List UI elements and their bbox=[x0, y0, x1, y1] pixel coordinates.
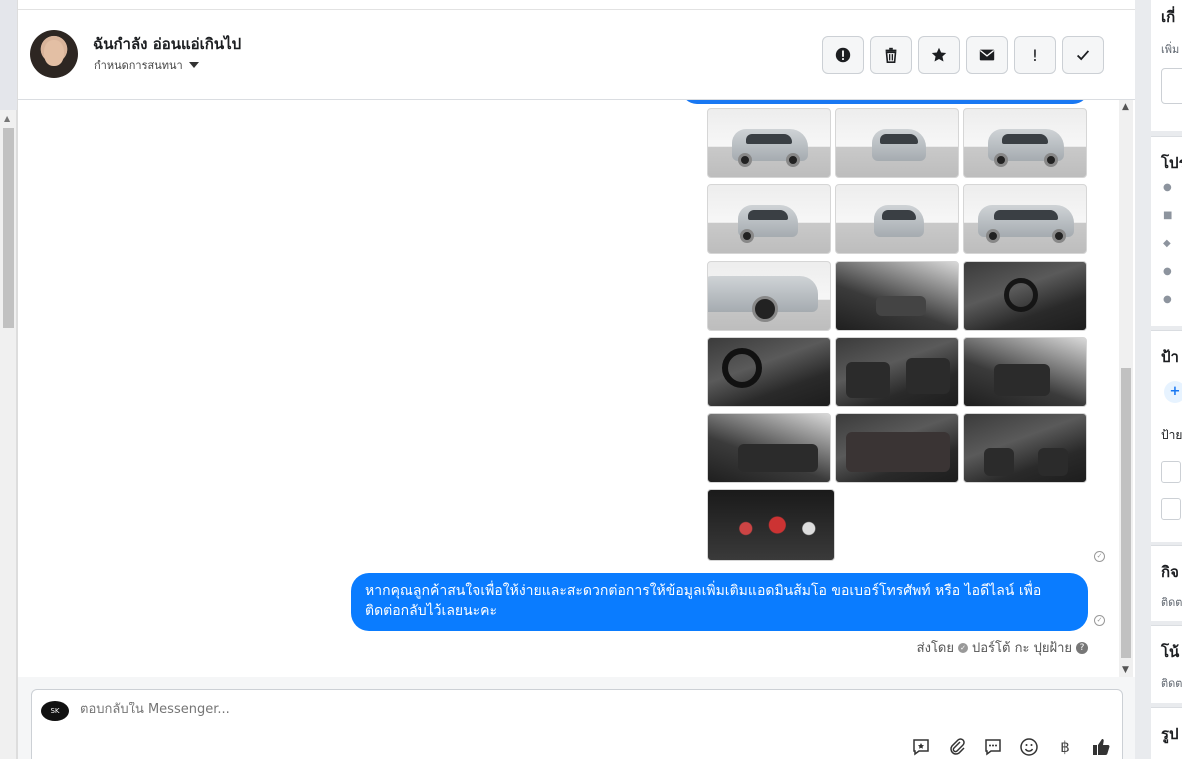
sent-message-bubble[interactable]: หากคุณลูกค้าสนใจเพื่อให้ง่ายและสะดวกต่อก… bbox=[351, 573, 1088, 631]
payment-button[interactable]: ฿ bbox=[1054, 736, 1076, 758]
side-section-labels: ป้า + ป้าย bbox=[1151, 330, 1182, 542]
spam-button[interactable] bbox=[822, 36, 864, 74]
message-text: หากคุณลูกค้าสนใจเพื่อให้ง่ายและสะดวกต่อก… bbox=[365, 583, 1042, 619]
contact-name[interactable]: ฉันกำลัง อ่อนแอ่เกินไป bbox=[93, 32, 241, 56]
conversation-header: ฉันกำลัง อ่อนแอ่เกินไป กำหนดการสนทนา ! bbox=[18, 10, 1135, 100]
sent-by-info: ส่งโดย ✓ ปอร์โต้ กะ ปุยฝ้าย ? bbox=[917, 637, 1088, 658]
graduation-cap-icon: ◆ bbox=[1163, 238, 1171, 249]
customer-details-panel: เกี่ เพิ่ม โปร ● ■ ◆ ● ● ป้า + ป้าย กิจ … bbox=[1135, 0, 1182, 759]
car-photo[interactable] bbox=[707, 184, 831, 254]
label-checkbox[interactable] bbox=[1161, 461, 1181, 483]
car-photo[interactable] bbox=[835, 337, 959, 407]
thumbs-up-icon bbox=[1093, 739, 1110, 755]
page-logo-icon: SK bbox=[41, 701, 69, 721]
side-section-title: โน้ bbox=[1161, 643, 1180, 661]
delete-button[interactable] bbox=[870, 36, 912, 74]
message-scrollbar[interactable]: ▲ ▼ bbox=[1119, 100, 1133, 677]
car-photo[interactable] bbox=[835, 413, 959, 483]
location-pin-icon: ● bbox=[1163, 266, 1172, 277]
side-section-sub: ติดต bbox=[1161, 677, 1182, 690]
seen-check-icon: ✓ bbox=[1094, 615, 1105, 626]
car-photo[interactable] bbox=[707, 108, 831, 178]
car-photo[interactable] bbox=[963, 108, 1087, 178]
car-photo[interactable] bbox=[707, 261, 831, 331]
contact-avatar[interactable] bbox=[30, 30, 78, 78]
trash-icon bbox=[885, 47, 897, 64]
outer-scrollbar[interactable]: ▲ bbox=[0, 110, 17, 759]
star-icon bbox=[931, 47, 947, 62]
top-divider bbox=[18, 0, 1135, 10]
checkmark-icon bbox=[1076, 50, 1090, 61]
attach-button[interactable] bbox=[946, 736, 968, 758]
saved-reply-button[interactable] bbox=[910, 736, 932, 758]
car-photo[interactable] bbox=[963, 413, 1087, 483]
side-section-activity: กิจ ติดต bbox=[1151, 545, 1182, 621]
caret-down-icon bbox=[188, 62, 199, 68]
sender-name[interactable]: ปอร์โต้ กะ ปุยฝ้าย bbox=[972, 637, 1072, 658]
scroll-up-arrow-icon[interactable]: ▲ bbox=[1122, 102, 1129, 112]
reply-composer: SK ฿ bbox=[31, 689, 1123, 759]
side-section-title: รูป bbox=[1161, 725, 1179, 743]
previous-message-bubble[interactable] bbox=[681, 100, 1089, 104]
side-section-about: เกี่ เพิ่ม bbox=[1151, 0, 1182, 131]
verified-check-icon: ✓ bbox=[958, 642, 968, 653]
conversation-panel: ฉันกำลัง อ่อนแอ่เกินไป กำหนดการสนทนา ! ✓… bbox=[17, 0, 1136, 759]
mark-unread-button[interactable] bbox=[966, 36, 1008, 74]
side-section-photos: รูป bbox=[1151, 707, 1182, 759]
side-section-title: โปร bbox=[1161, 154, 1182, 172]
paperclip-icon bbox=[950, 738, 965, 755]
car-photo[interactable] bbox=[707, 413, 831, 483]
message-scrollbar-thumb[interactable] bbox=[1121, 368, 1131, 658]
spam-icon bbox=[835, 47, 851, 63]
side-section-title: ป้า bbox=[1161, 348, 1179, 366]
smiley-icon bbox=[1020, 738, 1038, 756]
add-label-icon[interactable]: + bbox=[1164, 381, 1182, 403]
car-photo[interactable] bbox=[707, 489, 835, 561]
scroll-down-arrow-icon[interactable]: ▼ bbox=[1122, 665, 1129, 675]
side-section-profile: โปร ● ■ ◆ ● ● bbox=[1151, 136, 1182, 326]
exclamation-icon: ! bbox=[1031, 45, 1039, 65]
follow-up-button[interactable]: ! bbox=[1014, 36, 1056, 74]
assign-conversation-dropdown[interactable]: กำหนดการสนทนา bbox=[94, 56, 199, 74]
clock-icon: ● bbox=[1163, 182, 1172, 193]
like-button[interactable] bbox=[1090, 736, 1112, 758]
sent-by-label: ส่งโดย bbox=[916, 641, 954, 656]
saved-reply-icon bbox=[913, 739, 929, 756]
emoji-button[interactable] bbox=[1018, 736, 1040, 758]
side-input-box[interactable] bbox=[1161, 68, 1182, 104]
car-photo[interactable] bbox=[835, 184, 959, 254]
baht-icon: ฿ bbox=[1060, 738, 1070, 756]
location-pin-icon: ● bbox=[1163, 294, 1172, 305]
header-actions: ! bbox=[822, 36, 1104, 74]
message-list: ✓ หากคุณลูกค้าสนใจเพื่อให้ง่ายและสะดวกต่… bbox=[18, 100, 1136, 677]
seen-check-icon: ✓ bbox=[1094, 551, 1105, 562]
chat-bubble-icon bbox=[985, 739, 1001, 756]
car-photo[interactable] bbox=[835, 261, 959, 331]
outer-scrollbar-thumb[interactable] bbox=[3, 128, 14, 328]
briefcase-icon: ■ bbox=[1163, 210, 1173, 221]
car-photo[interactable] bbox=[707, 337, 831, 407]
car-photo[interactable] bbox=[835, 108, 959, 178]
mark-done-button[interactable] bbox=[1062, 36, 1104, 74]
envelope-icon bbox=[979, 49, 995, 61]
help-icon[interactable]: ? bbox=[1076, 641, 1088, 654]
label-checkbox[interactable] bbox=[1161, 498, 1181, 520]
side-section-notes: โน้ ติดต bbox=[1151, 625, 1182, 703]
composer-tools: ฿ bbox=[910, 736, 1112, 758]
page-inbox: ▲ ฉันกำลัง อ่อนแอ่เกินไป กำหนดการสนทนา !… bbox=[0, 0, 1182, 759]
car-photo[interactable] bbox=[963, 261, 1087, 331]
side-section-sub: ป้าย bbox=[1161, 428, 1182, 442]
car-photo[interactable] bbox=[963, 184, 1087, 254]
assign-label: กำหนดการสนทนา bbox=[94, 59, 183, 72]
side-section-title: เกี่ bbox=[1161, 8, 1176, 26]
scroll-up-arrow-icon[interactable]: ▲ bbox=[4, 114, 10, 123]
star-button[interactable] bbox=[918, 36, 960, 74]
side-section-sub: ติดต bbox=[1161, 596, 1182, 609]
side-section-sub: เพิ่ม bbox=[1161, 43, 1180, 56]
message-template-button[interactable] bbox=[982, 736, 1004, 758]
reply-input[interactable] bbox=[80, 702, 680, 717]
side-section-title: กิจ bbox=[1161, 563, 1179, 581]
car-photo[interactable] bbox=[963, 337, 1087, 407]
